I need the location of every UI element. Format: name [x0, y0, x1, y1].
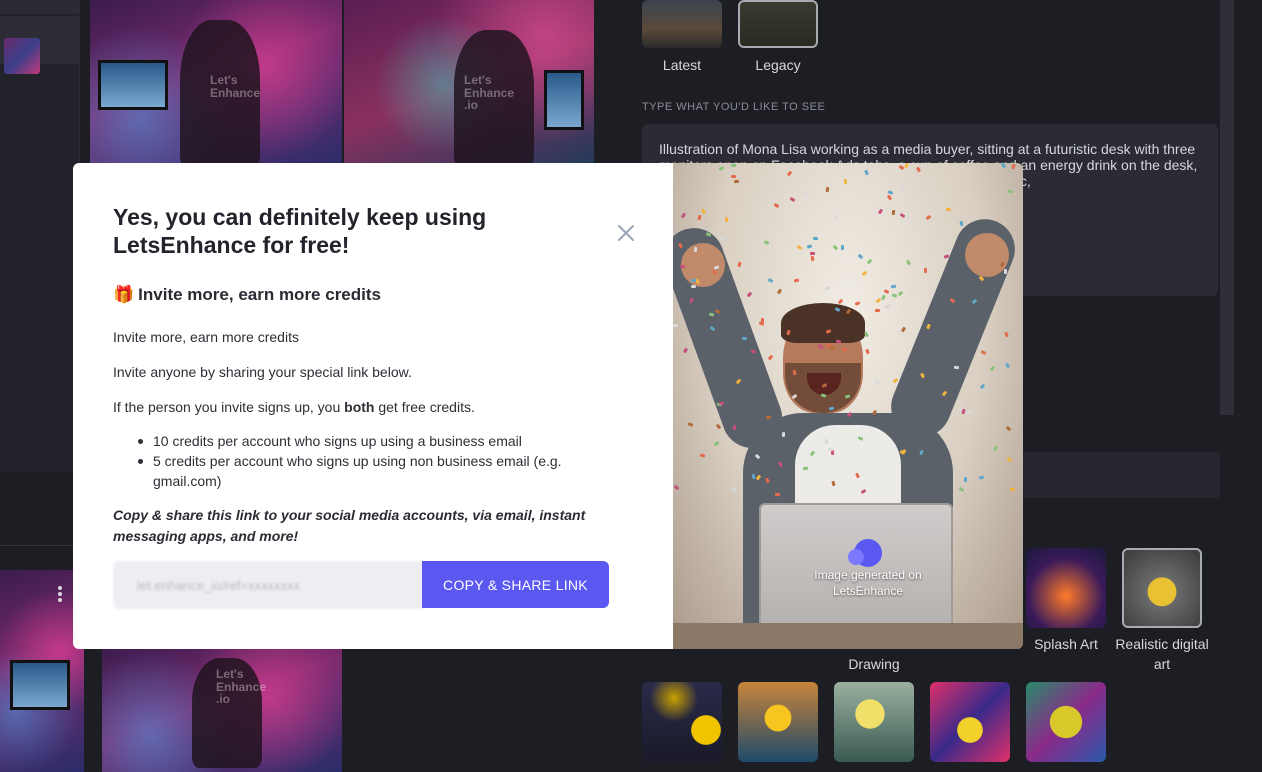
- more-options-icon[interactable]: [56, 584, 64, 604]
- history-sidebar: [0, 0, 80, 472]
- image-caption: Image generated on LetsEnhance: [814, 568, 922, 598]
- prompt-section-label: TYPE WHAT YOU'D LIKE TO SEE: [642, 101, 826, 113]
- model-option-latest[interactable]: [642, 0, 722, 48]
- letsenhance-logo-icon: [848, 539, 882, 567]
- model-option-legacy[interactable]: [738, 0, 818, 48]
- modal-title: Yes, you can definitely keep using LetsE…: [113, 204, 487, 258]
- style-option-duck-1[interactable]: [642, 682, 722, 762]
- watermark-line: Let's: [216, 667, 244, 681]
- paragraph-both-bold: both: [344, 399, 375, 415]
- paragraph-share: Invite anyone by sharing your special li…: [113, 364, 412, 380]
- gallery-image-2[interactable]: Let's Enhance .io: [344, 0, 594, 170]
- style-option-realistic[interactable]: [1122, 548, 1202, 628]
- referral-modal: Yes, you can definitely keep using LetsE…: [73, 163, 673, 649]
- watermark-line: Let's: [210, 73, 238, 87]
- model-label-legacy: Legacy: [755, 57, 801, 73]
- history-thumb-image: [4, 38, 40, 74]
- style-label-realistic: Realistic digital art: [1115, 636, 1209, 672]
- model-label-latest: Latest: [662, 57, 702, 73]
- watermark-line: Enhance: [210, 85, 261, 100]
- style-label-splash-art: Splash Art: [1034, 636, 1098, 652]
- history-thumb-selected[interactable]: [0, 16, 80, 74]
- close-icon[interactable]: [616, 223, 636, 243]
- style-option-duck-4[interactable]: [930, 682, 1010, 762]
- style-option-duck-5[interactable]: [1026, 682, 1106, 762]
- credits-list: 10 credits per account who signs up usin…: [138, 431, 613, 491]
- gallery-image-1[interactable]: Let's Enhance: [90, 0, 342, 170]
- list-item: 10 credits per account who signs up usin…: [138, 431, 613, 451]
- watermark-line: .io: [216, 692, 230, 707]
- celebration-image: Image generated on LetsEnhance: [673, 163, 1023, 649]
- paragraph-both-post: get free credits.: [374, 399, 475, 415]
- subheading-text: Invite more, earn more credits: [138, 285, 381, 304]
- referral-link-input[interactable]: [113, 561, 423, 609]
- watermark-line: .io: [464, 98, 478, 113]
- gift-icon: 🎁: [113, 285, 135, 304]
- style-option-duck-2[interactable]: [738, 682, 818, 762]
- paragraph-both: If the person you invite signs up, you b…: [113, 399, 475, 415]
- style-label-drawing: Drawing: [848, 656, 900, 672]
- paragraph-both-pre: If the person you invite signs up, you: [113, 399, 345, 415]
- style-option-splash-art[interactable]: [1026, 548, 1106, 628]
- panel-scrollbar[interactable]: [1220, 0, 1234, 415]
- paragraph-invite: Invite more, earn more credits: [113, 329, 299, 345]
- modal-subheading: 🎁 Invite more, earn more credits: [113, 285, 381, 305]
- gallery-image-3[interactable]: [0, 570, 84, 772]
- watermark-line: Let's: [464, 73, 492, 87]
- share-note: Copy & share this link to your social me…: [113, 507, 586, 544]
- list-item: 5 credits per account who signs up using…: [138, 451, 613, 491]
- history-thumb-top[interactable]: [0, 0, 80, 14]
- style-option-duck-3[interactable]: [834, 682, 914, 762]
- gallery-image-4[interactable]: Let's Enhance .io: [102, 648, 342, 772]
- copy-share-link-button[interactable]: COPY & SHARE LINK: [422, 561, 609, 608]
